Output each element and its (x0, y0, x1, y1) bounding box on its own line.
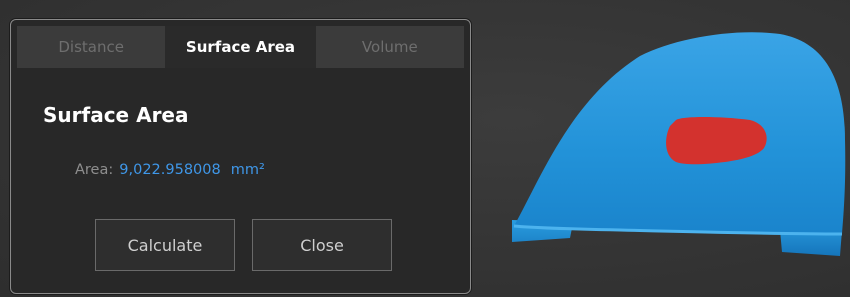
area-label: Area: (75, 162, 114, 178)
area-value: 9,022.958008 (119, 162, 221, 178)
close-button[interactable]: Close (252, 219, 392, 271)
area-readout: Area: 9,022.958008 mm² (75, 162, 265, 178)
area-unit: mm² (230, 162, 265, 178)
tab-surface-area[interactable]: Surface Area (166, 26, 316, 68)
3d-model-mesh[interactable] (500, 20, 850, 297)
tab-distance[interactable]: Distance (17, 26, 167, 68)
measure-tabs: Distance Surface Area Volume (17, 26, 464, 68)
calculate-button[interactable]: Calculate (95, 219, 235, 271)
measure-panel: Distance Surface Area Volume Surface Are… (10, 19, 471, 294)
panel-title: Surface Area (43, 103, 189, 127)
tab-volume[interactable]: Volume (315, 26, 464, 68)
